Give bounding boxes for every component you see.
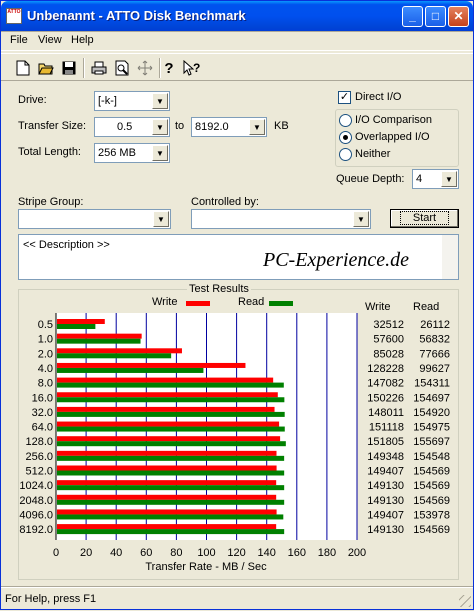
status-bar: For Help, press F1: [1, 587, 473, 609]
atto-app-icon[interactable]: ATTO: [6, 8, 22, 24]
transfer-size-to-select[interactable]: 8192.0 ▼: [191, 117, 267, 137]
overlapped-io-radio[interactable]: [339, 131, 352, 144]
queue-depth-label: Queue Depth:: [336, 173, 405, 185]
chevron-down-icon[interactable]: ▼: [249, 119, 265, 135]
queue-depth-select[interactable]: 4 ▼: [412, 169, 459, 189]
menu-file[interactable]: File: [10, 34, 28, 46]
start-button[interactable]: Start: [390, 209, 459, 228]
new-icon[interactable]: [12, 57, 34, 79]
queue-depth-value: 4: [416, 173, 423, 185]
chevron-down-icon[interactable]: ▼: [353, 211, 369, 227]
start-button-label: Start: [399, 211, 450, 225]
help-icon[interactable]: ?: [158, 57, 180, 79]
resize-grip[interactable]: [459, 595, 471, 607]
close-button[interactable]: ✕: [448, 6, 469, 27]
maximize-icon: □: [431, 9, 440, 23]
minimize-icon: _: [409, 9, 416, 23]
chevron-down-icon[interactable]: ▼: [153, 211, 169, 227]
unit-label: KB: [274, 120, 289, 132]
overlapped-io-label[interactable]: Overlapped I/O: [355, 131, 430, 143]
transfer-size-from-select[interactable]: 0.5 ▼: [94, 117, 170, 137]
print-icon[interactable]: [88, 57, 110, 79]
app-window: ATTO Unbenannt - ATTO Disk Benchmark _ □…: [0, 0, 474, 610]
drive-label: Drive:: [18, 94, 47, 106]
total-length-label: Total Length:: [18, 146, 81, 158]
svg-text:?: ?: [193, 61, 200, 75]
transfer-size-to-value: 8192.0: [195, 121, 229, 133]
controlled-by-select[interactable]: ▼: [191, 209, 371, 229]
close-icon: ✕: [453, 9, 464, 23]
description-text: << Description >>: [23, 239, 110, 251]
direct-io-checkbox[interactable]: ✓: [338, 91, 351, 104]
menu-view[interactable]: View: [38, 34, 62, 46]
chevron-down-icon[interactable]: ▼: [441, 171, 457, 187]
total-length-select[interactable]: 256 MB ▼: [94, 143, 170, 163]
neither-radio[interactable]: [339, 148, 352, 161]
watermark: PC-Experience.de: [263, 249, 410, 271]
stripe-group-label: Stripe Group:: [18, 196, 84, 208]
menu-help[interactable]: Help: [71, 34, 94, 46]
description-scrollbar[interactable]: [442, 235, 458, 279]
save-icon[interactable]: [58, 57, 80, 79]
title-bar[interactable]: ATTO Unbenannt - ATTO Disk Benchmark _ □…: [1, 1, 473, 31]
drive-select[interactable]: [-k-] ▼: [94, 91, 170, 111]
menu-bar: File View Help: [1, 31, 473, 51]
toolbar-separator: [83, 58, 85, 78]
chevron-down-icon[interactable]: ▼: [152, 93, 168, 109]
total-length-value: 256 MB: [98, 147, 136, 159]
direct-io-label[interactable]: Direct I/O: [355, 91, 401, 103]
status-text: For Help, press F1: [5, 593, 97, 605]
io-comparison-label[interactable]: I/O Comparison: [355, 114, 432, 126]
transfer-size-label: Transfer Size:: [18, 120, 87, 132]
io-comparison-radio[interactable]: [339, 114, 352, 127]
context-help-icon[interactable]: ?: [181, 57, 203, 79]
neither-label[interactable]: Neither: [355, 148, 390, 160]
print-preview-icon[interactable]: [111, 57, 133, 79]
move-icon[interactable]: [134, 57, 156, 79]
window-title: Unbenannt - ATTO Disk Benchmark: [27, 8, 246, 23]
controlled-by-label: Controlled by:: [191, 196, 259, 208]
maximize-button[interactable]: □: [425, 6, 446, 27]
test-results-title: Test Results: [187, 283, 251, 295]
to-label: to: [175, 120, 185, 132]
minimize-button[interactable]: _: [402, 6, 423, 27]
transfer-size-from-value: 0.5: [117, 121, 133, 133]
stripe-group-select[interactable]: ▼: [18, 209, 171, 229]
test-results-group: [18, 289, 459, 580]
open-icon[interactable]: [35, 57, 57, 79]
drive-value: [-k-]: [98, 95, 117, 107]
toolbar: ? ?: [1, 53, 473, 81]
chevron-down-icon[interactable]: ▼: [152, 119, 168, 135]
chevron-down-icon[interactable]: ▼: [152, 145, 168, 161]
